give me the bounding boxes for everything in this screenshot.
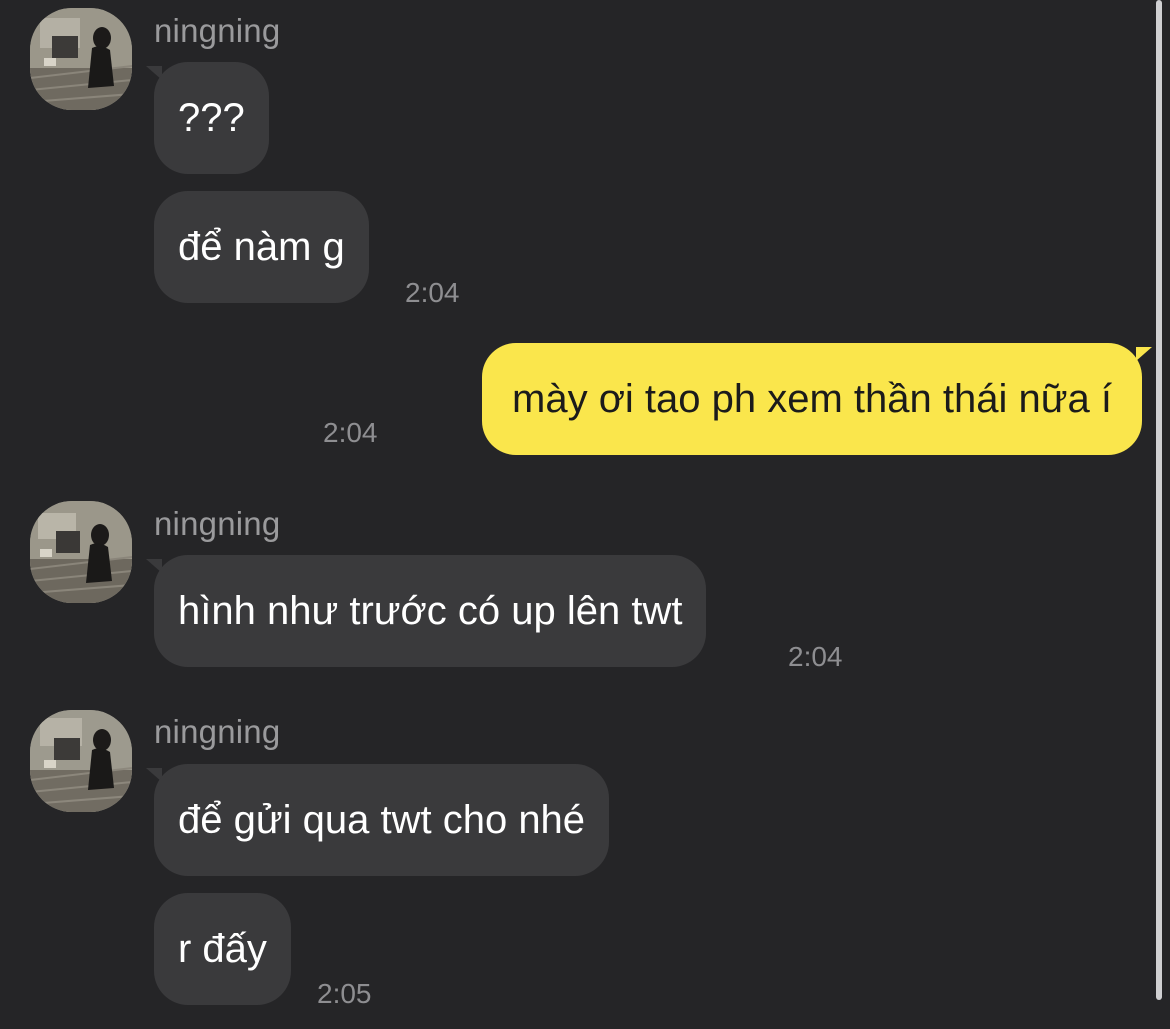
message-timestamp: 2:04 — [405, 277, 460, 308]
sender-name: ningning — [154, 12, 281, 49]
sender-name: ningning — [154, 713, 281, 750]
message-bubble-outgoing[interactable]: mày ơi tao ph xem thần thái nữa í — [482, 343, 1142, 455]
profile-photo-icon — [30, 710, 132, 812]
chat-thread[interactable]: ningning ??? để nàm g 2:04 2:04 mày ơi t… — [0, 0, 1170, 1029]
scrollbar[interactable] — [1156, 0, 1162, 1000]
avatar[interactable] — [30, 501, 132, 603]
sender-name: ningning — [154, 505, 281, 542]
message-timestamp: 2:04 — [323, 417, 378, 448]
avatar[interactable] — [30, 710, 132, 812]
message-bubble[interactable]: để nàm g — [154, 191, 369, 303]
message-bubble[interactable]: để gửi qua twt cho nhé — [154, 764, 610, 876]
message-timestamp: 2:04 — [788, 641, 843, 672]
profile-photo-icon — [30, 8, 132, 110]
message-timestamp: 2:05 — [317, 978, 372, 1009]
bubble-tail — [1136, 347, 1152, 361]
message-bubble[interactable]: ??? — [154, 62, 269, 174]
message-bubble[interactable]: r đấy — [154, 893, 291, 1005]
avatar[interactable] — [30, 8, 132, 110]
message-bubble[interactable]: hình như trước có up lên twt — [154, 555, 707, 667]
profile-photo-icon — [30, 501, 132, 603]
